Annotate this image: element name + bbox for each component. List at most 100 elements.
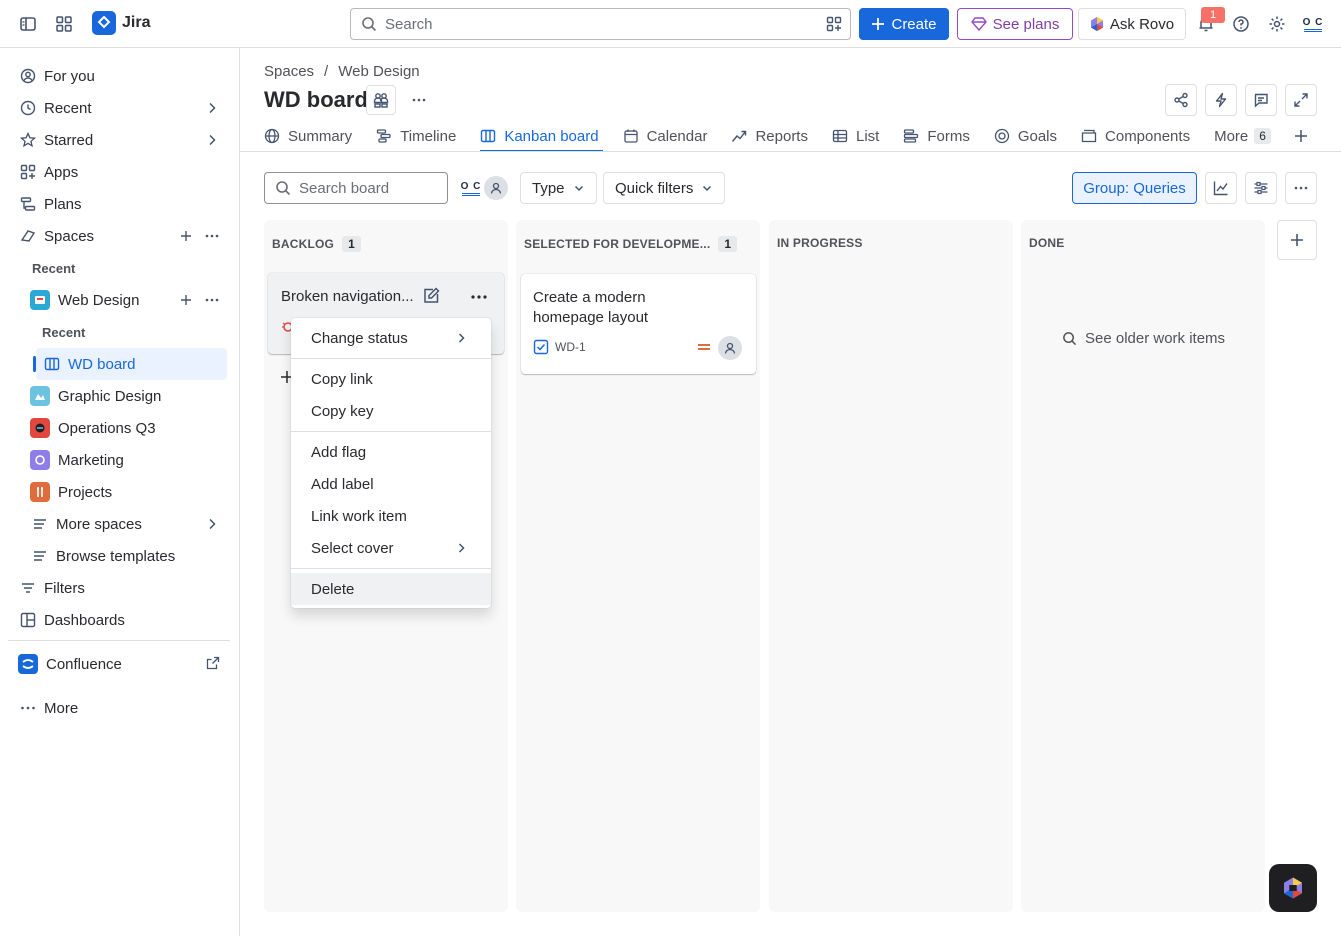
sidebar-item-web-design[interactable]: Web Design [8,284,230,316]
more-dots-icon[interactable] [204,292,220,308]
sidebar-item-dashboards[interactable]: Dashboards [8,604,230,636]
menu-item-add-flag[interactable]: Add flag [291,436,491,468]
sidebar-item-operations-q3[interactable]: Operations Q3 [8,412,230,444]
app-switcher-icon[interactable] [48,8,80,40]
board-settings-people-icon[interactable] [366,85,396,115]
board-search-input[interactable]: Search board [264,172,448,204]
fullscreen-expand-icon[interactable] [1285,84,1317,116]
title-more-dots-icon[interactable] [406,85,432,115]
jira-logo[interactable]: Jira [92,11,150,35]
breadcrumb-spaces-link[interactable]: Spaces [264,63,314,80]
app-name: Jira [122,14,151,31]
sidebar-item-confluence[interactable]: Confluence [8,648,230,680]
tab-label: Components [1105,127,1191,145]
search-placeholder: Search [385,15,433,33]
search-icon [1063,332,1077,346]
tab-more[interactable]: More 6 [1214,120,1271,152]
sidebar-item-marketing[interactable]: Marketing [8,444,230,476]
add-tab-plus-icon[interactable] [1293,120,1309,152]
sidebar-item-wd-board[interactable]: WD board [33,348,227,380]
tab-summary[interactable]: Summary [264,120,352,152]
sidebar-item-projects[interactable]: Projects [8,476,230,508]
column-title: BACKLOG [272,237,335,251]
search-icon [276,181,291,196]
work-item-card-wd-1[interactable]: Create a modern homepage layout WD-1 [521,274,756,374]
sidebar-item-filters[interactable]: Filters [8,572,230,604]
group-by-button[interactable]: Group: Queries [1072,172,1197,204]
breadcrumb-project-link[interactable]: Web Design [338,63,419,80]
ask-rovo-button[interactable]: Ask Rovo [1078,8,1186,40]
sidebar-item-plans[interactable]: Plans [8,188,230,220]
tab-goals[interactable]: Goals [994,120,1057,152]
menu-item-label: Change status [311,329,408,347]
chevron-right-icon[interactable] [204,516,220,532]
tab-components[interactable]: Components [1081,120,1190,152]
sidebar-item-browse-templates[interactable]: Browse templates [8,540,230,572]
assignee-avatar-icon[interactable] [718,336,742,360]
filter-grid-icon[interactable] [826,16,842,32]
menu-item-delete[interactable]: Delete [291,573,491,605]
create-button[interactable]: Create [859,8,949,40]
see-older-work-items-link[interactable]: See older work items [1062,330,1225,347]
sidebar-item-graphic-design[interactable]: Graphic Design [8,380,230,412]
settings-gear-icon[interactable] [1261,8,1293,40]
sidebar-item-spaces[interactable]: Spaces [8,220,230,252]
sidebar-item-starred[interactable]: Starred [8,124,230,156]
sidebar-item-recent[interactable]: Recent [8,92,230,124]
feedback-comment-icon[interactable] [1245,84,1277,116]
tab-calendar[interactable]: Calendar [623,120,707,152]
card-more-dots-icon[interactable] [467,287,491,307]
insights-chart-icon[interactable] [1205,172,1237,204]
menu-item-copy-key[interactable]: Copy key [291,395,491,427]
automation-lightning-icon[interactable] [1205,84,1237,116]
globe-icon [264,128,280,144]
external-link-icon[interactable] [206,656,220,670]
help-icon[interactable] [1225,8,1257,40]
menu-item-copy-link[interactable]: Copy link [291,363,491,395]
add-plus-icon[interactable] [178,292,194,308]
add-space-plus-icon[interactable] [178,228,194,244]
view-settings-sliders-icon[interactable] [1245,172,1277,204]
operations-project-icon [30,418,50,438]
section-label: Recent [42,324,86,340]
sidebar-item-for-you[interactable]: For you [8,60,230,92]
board-more-dots-icon[interactable] [1285,172,1317,204]
menu-item-change-status[interactable]: Change status [291,322,491,354]
tab-forms[interactable]: Forms [903,120,970,152]
quick-filters-dropdown[interactable]: Quick filters [603,172,726,204]
more-dots-icon[interactable] [204,228,220,244]
quick-filters-label: Quick filters [615,179,694,197]
chevron-right-icon [455,542,467,554]
confluence-logo-icon [18,654,38,674]
breadcrumb-separator: / [324,63,329,80]
tab-label: More [1214,127,1249,145]
sidebar-divider [8,640,230,641]
sidebar-item-more[interactable]: More [8,692,230,724]
global-search-input[interactable]: Search [350,8,851,40]
notification-badge: 1 [1201,7,1225,23]
unassigned-avatar-filter[interactable] [484,176,508,200]
sidebar-item-apps[interactable]: Apps [8,156,230,188]
rovo-chat-button[interactable] [1269,864,1317,912]
user-avatar-filter[interactable]: O C [458,176,484,200]
see-plans-button[interactable]: See plans [957,8,1073,40]
chevron-right-icon[interactable] [204,100,220,116]
tab-timeline[interactable]: Timeline [376,120,456,152]
menu-item-select-cover[interactable]: Select cover [291,532,491,564]
menu-item-add-label[interactable]: Add label [291,468,491,500]
sidebar-item-more-spaces[interactable]: More spaces [8,508,230,540]
chevron-right-icon[interactable] [204,132,220,148]
type-filter-dropdown[interactable]: Type [520,172,597,204]
share-icon[interactable] [1165,84,1197,116]
add-column-plus-icon[interactable] [1277,220,1317,260]
edit-pencil-icon[interactable] [422,287,440,305]
tab-reports[interactable]: Reports [731,120,808,152]
menu-item-link-work-item[interactable]: Link work item [291,500,491,532]
tab-list[interactable]: List [832,120,879,152]
tab-kanban-board[interactable]: Kanban board [480,120,603,152]
person-icon [490,182,502,194]
card-key-label: WD-1 [555,340,586,354]
marketing-project-icon [30,450,50,470]
user-avatar[interactable]: O C [1299,12,1327,36]
sidebar-toggle-icon[interactable] [12,8,44,40]
